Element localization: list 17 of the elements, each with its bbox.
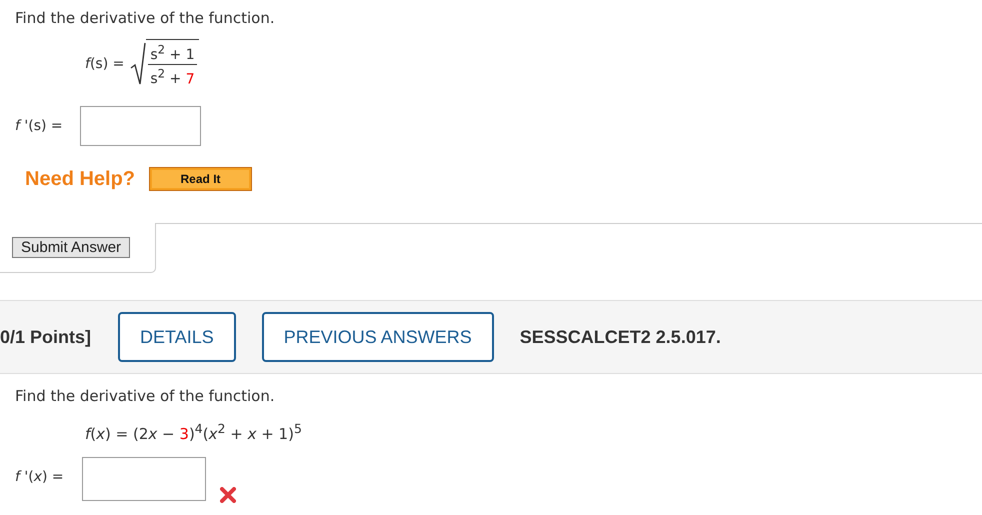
function-label: f(s) = bbox=[85, 56, 124, 72]
answer-label: f '(s) = bbox=[15, 118, 64, 134]
header-button[interactable]: PREVIOUS ANSWERS bbox=[262, 312, 494, 362]
radical-sign-icon bbox=[130, 42, 146, 86]
submit-button[interactable]: Submit Answer bbox=[12, 237, 130, 258]
question-text: Find the derivative of the function. bbox=[15, 386, 276, 408]
answer-label: f '(x) = bbox=[15, 469, 65, 486]
answer-field[interactable] bbox=[80, 106, 201, 146]
help-label: Need Help? bbox=[25, 168, 136, 191]
reference-label: SESSCALCET2 2.5.017. bbox=[520, 326, 721, 348]
answer-field[interactable] bbox=[82, 457, 206, 502]
points-label: 0/1 Points] bbox=[0, 326, 92, 348]
fraction: s$^{2}$ + 1 s$^{2}$ + 7 bbox=[146, 39, 199, 88]
question-text: Find the derivative of the function. bbox=[15, 8, 276, 29]
header-button[interactable]: DETAILS bbox=[118, 312, 236, 362]
read-it-button[interactable]: Read It bbox=[149, 167, 252, 192]
formula: f(x) = (2x − 3)$^{4}$(x$^{2}$ + x + 1)$^{5}$ bbox=[85, 421, 303, 444]
